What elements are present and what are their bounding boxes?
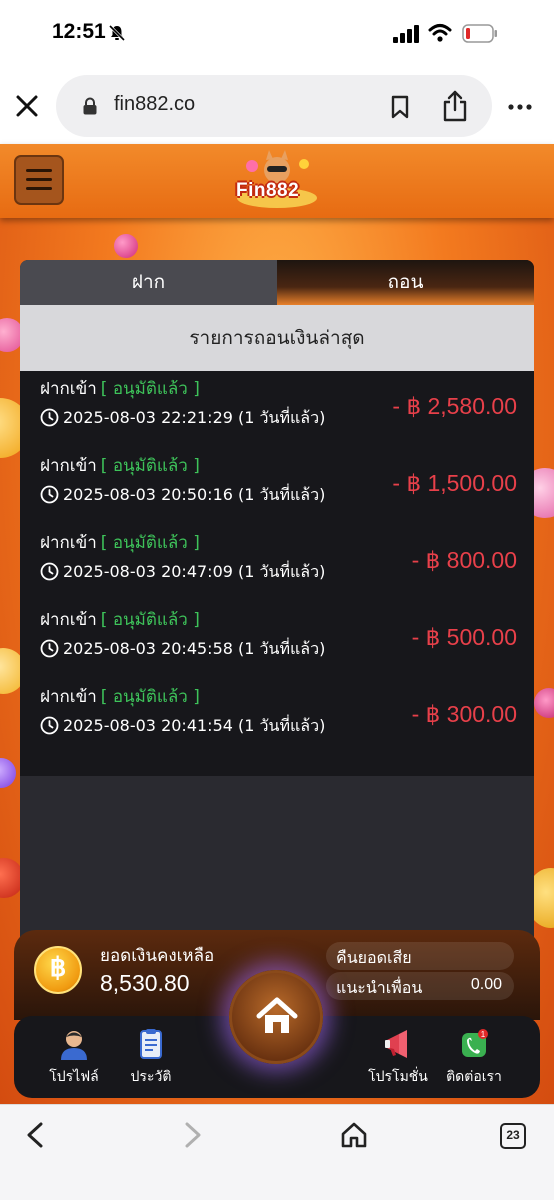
list-item: ฝากเข้า[ อนุมัติแล้ว ] 2025-08-03 20:41:… [20, 679, 534, 756]
tx-status: [ อนุมัติแล้ว ] [100, 533, 200, 553]
more-icon[interactable] [508, 104, 532, 110]
forward-icon[interactable] [182, 1121, 204, 1149]
balance-label: ยอดเงินคงเหลือ [100, 946, 215, 966]
tab-bar: ฝาก ถอน [20, 260, 534, 305]
tx-type: ฝากเข้า[ อนุมัติแล้ว ] [40, 687, 200, 707]
tx-time: 2025-08-03 22:21:29 (1 วันที่แล้ว) [63, 408, 326, 427]
clipboard-icon [140, 1029, 162, 1059]
nav-profile[interactable]: โปรไฟล์ [34, 1028, 114, 1088]
clock-icon [40, 562, 59, 581]
home-icon[interactable] [340, 1121, 368, 1149]
clock-icon [40, 485, 59, 504]
nav-history[interactable]: ประวัติ [111, 1028, 191, 1088]
close-icon[interactable] [13, 92, 41, 120]
bookmark-icon[interactable] [390, 95, 410, 119]
referral-button[interactable]: แนะนำเพื่อน 0.00 [326, 972, 514, 1000]
list-item: ฝากเข้า[ อนุมัติแล้ว ] 2025-08-03 20:47:… [20, 525, 534, 602]
transaction-panel: ฝาก ถอน รายการถอนเงินล่าสุด ฝากเข้า[ อนุ… [20, 260, 534, 950]
logo-text: Fin882 [236, 180, 300, 201]
tx-status: [ อนุมัติแล้ว ] [100, 687, 200, 707]
tx-status: [ อนุมัติแล้ว ] [100, 610, 200, 630]
tx-time: 2025-08-03 20:41:54 (1 วันที่แล้ว) [63, 716, 326, 735]
nav-contact[interactable]: 1 ติดต่อเรา [434, 1028, 514, 1088]
status-bar: 12:51 [0, 0, 554, 68]
back-icon[interactable] [24, 1121, 46, 1149]
home-button[interactable] [229, 970, 323, 1064]
baht-coin-icon: ฿ [34, 946, 82, 994]
nav-promotion-label: โปรโมชั่น [368, 1069, 428, 1085]
tx-amount: - ฿ 800.00 [411, 547, 517, 573]
profile-icon [61, 1031, 87, 1060]
referral-label: แนะนำเพื่อน [336, 978, 423, 997]
list-empty-area [20, 776, 534, 950]
tx-type: ฝากเข้า[ อนุมัติแล้ว ] [40, 456, 200, 476]
list-item: ฝากเข้า[ อนุมัติแล้ว ] 2025-08-03 22:21:… [20, 371, 534, 448]
tx-type: ฝากเข้า[ อนุมัติแล้ว ] [40, 533, 200, 553]
tabs-button[interactable]: 23 [500, 1123, 526, 1149]
hamburger-menu-button[interactable] [14, 155, 64, 205]
tx-amount: - ฿ 1,500.00 [392, 470, 517, 496]
site-header: Fin882 [0, 144, 554, 218]
tx-status: [ อนุมัติแล้ว ] [100, 379, 200, 399]
list-item: ฝากเข้า[ อนุมัติแล้ว ] 2025-08-03 20:50:… [20, 448, 534, 525]
list-item: ฝากเข้า[ อนุมัติแล้ว ] 2025-08-03 20:45:… [20, 602, 534, 679]
nav-history-label: ประวัติ [130, 1069, 172, 1085]
nav-contact-label: ติดต่อเรา [446, 1069, 502, 1085]
svg-text:1: 1 [481, 1030, 486, 1039]
clock-icon [40, 639, 59, 658]
tx-type: ฝากเข้า[ อนุมัติแล้ว ] [40, 379, 200, 399]
tab-withdraw[interactable]: ถอน [277, 260, 534, 305]
wifi-icon [428, 24, 452, 42]
phone-icon: 1 [462, 1029, 488, 1057]
browser-toolbar: 23 [0, 1104, 554, 1200]
cashback-label: คืนยอดเสีย [336, 948, 412, 967]
site-logo[interactable]: Fin882 [230, 150, 324, 210]
tx-amount: - ฿ 500.00 [411, 624, 517, 650]
house-icon [256, 997, 298, 1033]
transaction-list: ฝากเข้า[ อนุมัติแล้ว ] 2025-08-03 22:21:… [20, 371, 534, 776]
url-text: fin882.co [114, 93, 196, 115]
nav-profile-label: โปรไฟล์ [49, 1069, 99, 1085]
url-field[interactable]: fin882.co [56, 75, 492, 137]
status-time: 12:51 [52, 20, 106, 43]
tx-amount: - ฿ 2,580.00 [392, 393, 517, 419]
signal-icon [393, 25, 419, 43]
list-heading: รายการถอนเงินล่าสุด [20, 305, 534, 371]
tx-time: 2025-08-03 20:45:58 (1 วันที่แล้ว) [63, 639, 326, 658]
lock-icon [83, 97, 97, 115]
tx-status: [ อนุมัติแล้ว ] [100, 456, 200, 476]
nav-promotion[interactable]: โปรโมชั่น [358, 1028, 438, 1088]
referral-value: 0.00 [470, 976, 502, 993]
tx-amount: - ฿ 300.00 [411, 701, 517, 727]
cashback-button[interactable]: คืนยอดเสีย [326, 942, 514, 970]
bell-off-icon [108, 24, 126, 42]
clock-icon [40, 716, 59, 735]
tab-deposit[interactable]: ฝาก [20, 260, 277, 305]
megaphone-icon [385, 1030, 407, 1058]
clock-icon [40, 408, 59, 427]
tx-time: 2025-08-03 20:47:09 (1 วันที่แล้ว) [63, 562, 326, 581]
tx-time: 2025-08-03 20:50:16 (1 วันที่แล้ว) [63, 485, 326, 504]
tx-type: ฝากเข้า[ อนุมัติแล้ว ] [40, 610, 200, 630]
battery-icon [462, 24, 497, 43]
share-icon[interactable] [442, 90, 468, 122]
browser-address-bar: fin882.co [0, 68, 554, 144]
balance-value: 8,530.80 [100, 970, 190, 996]
